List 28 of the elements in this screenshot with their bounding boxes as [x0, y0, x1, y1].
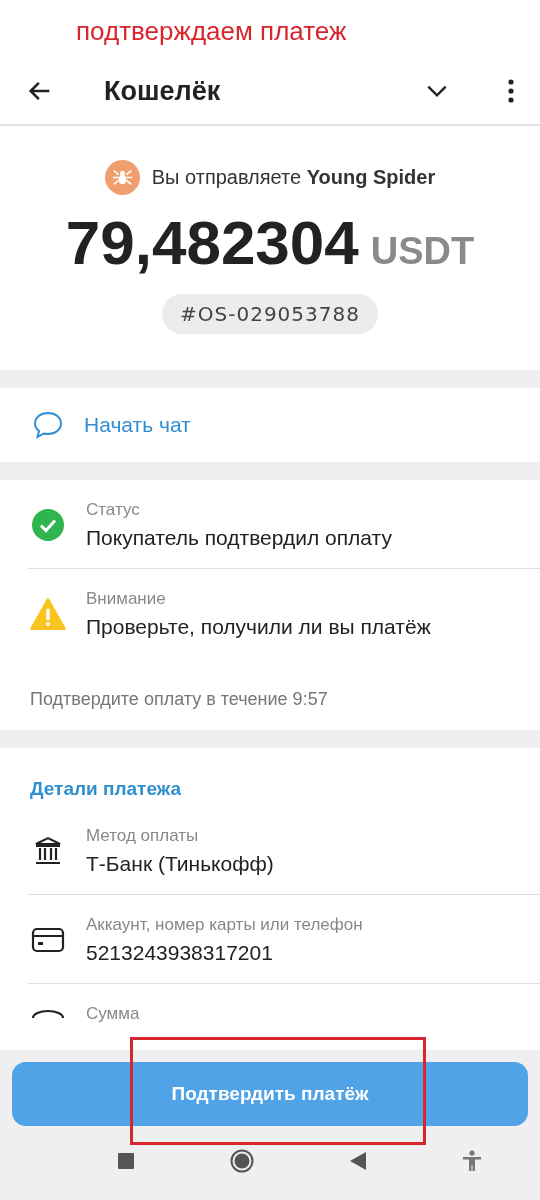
spider-avatar-icon [104, 160, 140, 195]
item-label: Метод оплаты [86, 826, 200, 846]
item-label: Внимание [86, 589, 167, 609]
recipient-text: Вы отправляете Young Spider [151, 166, 436, 189]
back-triangle-icon[interactable] [350, 1152, 366, 1170]
check-circle-icon [30, 509, 66, 541]
item-label: Статус [86, 500, 141, 520]
warning-icon [30, 598, 66, 630]
chat-row[interactable]: Начать чат [0, 388, 540, 462]
item-label: Сумма [86, 1004, 140, 1024]
amount-value: 79,482304 [65, 207, 359, 278]
card-icon [30, 926, 66, 954]
home-icon[interactable] [230, 1149, 254, 1173]
chat-bubble-icon [32, 410, 64, 440]
item-value: 5213243938317201 [86, 941, 274, 965]
item-label: Аккаунт, номер карты или телефон [86, 915, 363, 935]
order-id-chip: #OS-029053788 [162, 294, 378, 334]
item-value: Т-Банк (Тинькофф) [86, 852, 274, 876]
confirm-payment-button[interactable]: Подтвердить платёж [12, 1062, 528, 1126]
screen-title: Кошелёк [104, 75, 222, 107]
section-title: Детали платежа [29, 777, 182, 801]
annotation-caption: подтверждаем платеж [0, 0, 540, 58]
currency-label: USDT [370, 230, 475, 273]
timer-note: Подтвердите оплату в течение 9:57 [29, 688, 329, 710]
accessibility-icon[interactable] [462, 1150, 482, 1172]
item-value: Проверьте, получили ли вы платёж [86, 615, 431, 639]
more-icon[interactable] [508, 79, 514, 103]
item-value: Покупатель подтвердил оплату [86, 526, 392, 550]
